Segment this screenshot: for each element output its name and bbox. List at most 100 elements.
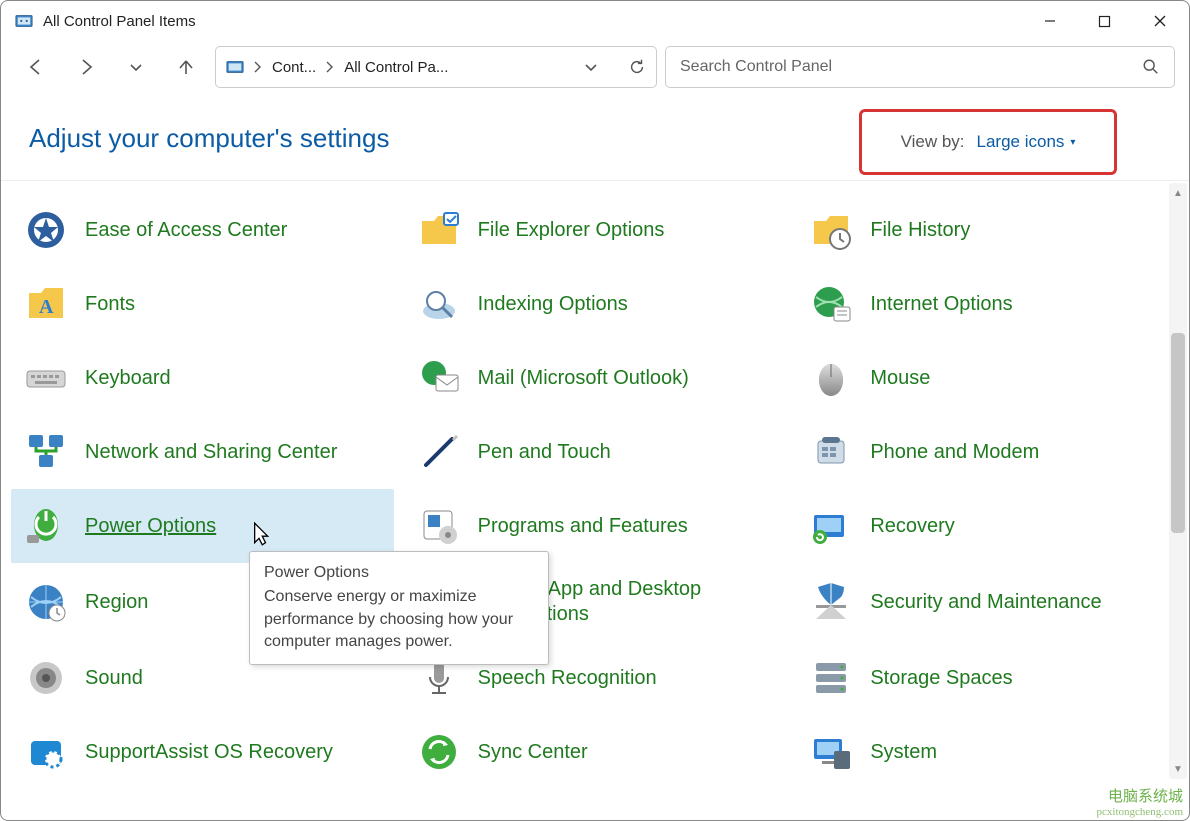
control-panel-item[interactable]: Storage Spaces xyxy=(796,641,1179,715)
item-label: Recovery xyxy=(870,514,954,539)
item-label: Ease of Access Center xyxy=(85,218,287,243)
mouse-icon xyxy=(810,357,852,399)
fonts-icon xyxy=(25,283,67,325)
item-label: Storage Spaces xyxy=(870,666,1012,691)
network-icon xyxy=(25,431,67,473)
tooltip: Power Options Conserve energy or maximiz… xyxy=(249,551,549,665)
scroll-down-button[interactable]: ▼ xyxy=(1169,759,1187,779)
storage-icon xyxy=(810,657,852,699)
search-placeholder: Search Control Panel xyxy=(680,58,1142,76)
phone-icon xyxy=(810,431,852,473)
item-label: Network and Sharing Center xyxy=(85,440,337,465)
item-label: Indexing Options xyxy=(478,292,628,317)
control-panel-icon xyxy=(15,12,33,30)
vertical-scrollbar[interactable]: ▲ ▼ xyxy=(1169,183,1187,779)
control-panel-item[interactable]: System xyxy=(796,715,1179,789)
item-label: Region xyxy=(85,590,148,615)
control-panel-item[interactable]: Fonts xyxy=(11,267,394,341)
breadcrumb-separator-icon[interactable] xyxy=(254,61,262,73)
pen-icon xyxy=(418,431,460,473)
item-label: Pen and Touch xyxy=(478,440,611,465)
item-label: System xyxy=(870,740,937,765)
breadcrumb-item[interactable]: Cont... xyxy=(272,59,316,76)
scroll-up-button[interactable]: ▲ xyxy=(1169,183,1187,203)
item-label: File Explorer Options xyxy=(478,218,665,243)
view-by-highlight: View by: Large icons ▾ xyxy=(859,109,1117,175)
keyboard-icon xyxy=(25,357,67,399)
navigation-bar: Cont... All Control Pa... Search Control… xyxy=(1,41,1189,93)
search-box[interactable]: Search Control Panel xyxy=(665,46,1175,88)
control-panel-items-grid: Ease of Access Center File Explorer Optio… xyxy=(1,181,1189,789)
item-label: Sync Center xyxy=(478,740,588,765)
tooltip-body: Conserve energy or maximize performance … xyxy=(264,586,534,653)
file-history-icon xyxy=(810,209,852,251)
control-panel-item[interactable]: Recovery xyxy=(796,489,1179,563)
title-bar: All Control Panel Items xyxy=(1,1,1189,41)
item-label: Keyboard xyxy=(85,366,171,391)
control-panel-item[interactable]: Indexing Options xyxy=(404,267,787,341)
item-label: Internet Options xyxy=(870,292,1012,317)
control-panel-item[interactable]: Mail (Microsoft Outlook) xyxy=(404,341,787,415)
supportassist-icon xyxy=(25,731,67,773)
item-label: Fonts xyxy=(85,292,135,317)
header-area: Adjust your computer's settings View by:… xyxy=(1,93,1189,180)
indexing-icon xyxy=(418,283,460,325)
recent-locations-button[interactable] xyxy=(115,46,157,88)
address-bar[interactable]: Cont... All Control Pa... xyxy=(215,46,657,88)
control-panel-item[interactable]: File Explorer Options xyxy=(404,193,787,267)
sync-icon xyxy=(418,731,460,773)
ease-access-icon xyxy=(25,209,67,251)
control-panel-item[interactable]: SupportAssist OS Recovery xyxy=(11,715,394,789)
region-icon xyxy=(25,581,67,623)
control-panel-item[interactable]: Internet Options xyxy=(796,267,1179,341)
control-panel-item[interactable]: Phone and Modem xyxy=(796,415,1179,489)
close-button[interactable] xyxy=(1132,1,1187,41)
tooltip-title: Power Options xyxy=(264,562,534,584)
item-label: SupportAssist OS Recovery xyxy=(85,740,333,765)
control-panel-item[interactable]: Keyboard xyxy=(11,341,394,415)
up-button[interactable] xyxy=(165,46,207,88)
maximize-button[interactable] xyxy=(1077,1,1132,41)
control-panel-item[interactable]: Mouse xyxy=(796,341,1179,415)
address-dropdown-button[interactable] xyxy=(584,60,598,74)
sound-icon xyxy=(25,657,67,699)
item-label: Security and Maintenance xyxy=(870,590,1101,615)
item-label: File History xyxy=(870,218,970,243)
control-panel-item[interactable]: Ease of Access Center xyxy=(11,193,394,267)
refresh-button[interactable] xyxy=(628,58,646,76)
chevron-down-icon: ▾ xyxy=(1070,137,1075,148)
scrollbar-thumb[interactable] xyxy=(1171,333,1185,533)
internet-options-icon xyxy=(810,283,852,325)
breadcrumb-item[interactable]: All Control Pa... xyxy=(344,59,448,76)
forward-button[interactable] xyxy=(65,46,107,88)
minimize-button[interactable] xyxy=(1022,1,1077,41)
control-panel-icon xyxy=(226,58,244,76)
breadcrumb-separator-icon[interactable] xyxy=(326,61,334,73)
item-label: Mouse xyxy=(870,366,930,391)
programs-icon xyxy=(418,505,460,547)
view-by-label: View by: xyxy=(901,132,965,152)
power-icon xyxy=(25,505,67,547)
folder-options-icon xyxy=(418,209,460,251)
item-label: Mail (Microsoft Outlook) xyxy=(478,366,689,391)
item-label: Sound xyxy=(85,666,143,691)
item-label: Speech Recognition xyxy=(478,666,657,691)
page-title: Adjust your computer's settings xyxy=(29,123,389,154)
search-icon xyxy=(1142,58,1160,76)
security-icon xyxy=(810,581,852,623)
recovery-icon xyxy=(810,505,852,547)
item-label: Phone and Modem xyxy=(870,440,1039,465)
control-panel-item[interactable]: Pen and Touch xyxy=(404,415,787,489)
item-label: Power Options xyxy=(85,514,216,539)
system-icon xyxy=(810,731,852,773)
window-title: All Control Panel Items xyxy=(43,13,1022,30)
control-panel-item[interactable]: Sync Center xyxy=(404,715,787,789)
control-panel-item[interactable]: File History xyxy=(796,193,1179,267)
view-by-dropdown[interactable]: Large icons ▾ xyxy=(977,132,1076,152)
item-label: Programs and Features xyxy=(478,514,688,539)
control-panel-item[interactable]: Network and Sharing Center xyxy=(11,415,394,489)
back-button[interactable] xyxy=(15,46,57,88)
watermark: 电脑系统城 pcxitongcheng.com xyxy=(1097,789,1183,818)
control-panel-item[interactable]: Security and Maintenance xyxy=(796,563,1179,641)
mail-icon xyxy=(418,357,460,399)
